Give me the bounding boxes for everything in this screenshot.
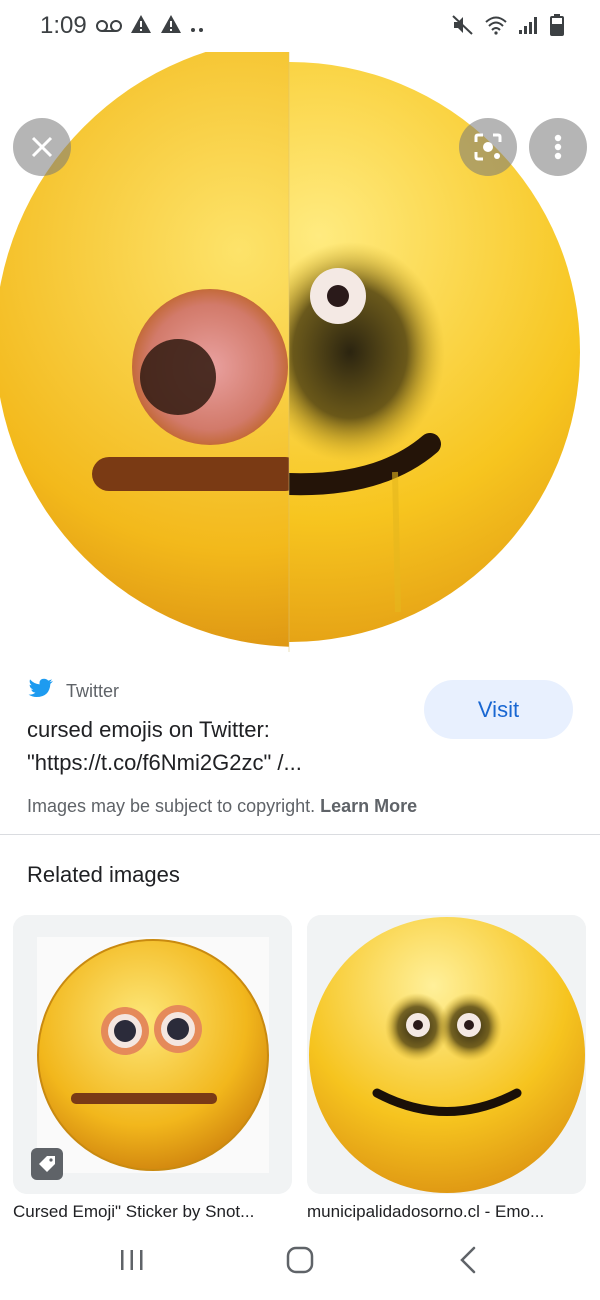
back-icon: [459, 1246, 477, 1279]
mute-icon: [452, 15, 474, 40]
recents-icon: [119, 1247, 145, 1278]
twitter-logo-icon: [28, 678, 54, 705]
home-icon: [286, 1246, 314, 1279]
signal-icon: [518, 15, 540, 40]
divider: [0, 834, 600, 835]
visit-button[interactable]: Visit: [424, 680, 573, 739]
main-image[interactable]: [0, 52, 600, 652]
back-button[interactable]: [438, 1242, 498, 1282]
more-dots-icon: [190, 16, 204, 39]
home-button[interactable]: [270, 1242, 330, 1282]
recents-button[interactable]: [102, 1242, 162, 1282]
page-title[interactable]: cursed emojis on Twitter: "https://t.co/…: [27, 713, 407, 779]
copyright-text: Images may be subject to copyright.: [27, 796, 316, 816]
system-nav-bar: [0, 1222, 600, 1300]
product-tag-icon: [31, 1148, 63, 1180]
status-bar: 1:09: [0, 0, 600, 52]
alert-icon: [130, 14, 152, 40]
voicemail-icon: [96, 16, 122, 39]
lens-icon: [473, 132, 503, 162]
alert-icon: [160, 14, 182, 40]
related-image-card[interactable]: [307, 915, 586, 1194]
learn-more-link[interactable]: Learn More: [320, 796, 417, 816]
status-right-icons: [452, 14, 564, 41]
wifi-icon: [484, 15, 508, 40]
related-image-card[interactable]: [13, 915, 292, 1194]
more-options-button[interactable]: [529, 118, 587, 176]
related-image-caption[interactable]: municipalidadosorno.cl - Emo...: [307, 1202, 586, 1222]
related-image-thumbnail: [307, 915, 586, 1194]
status-left-icons: [96, 14, 204, 40]
close-icon: [29, 134, 55, 160]
more-vert-icon: [554, 134, 562, 160]
related-image-caption[interactable]: Cursed Emoji" Sticker by Snot...: [13, 1202, 292, 1222]
battery-icon: [550, 14, 564, 41]
source-name: Twitter: [66, 681, 120, 701]
close-button[interactable]: [13, 118, 71, 176]
copyright-notice: Images may be subject to copyright. Lear…: [27, 796, 417, 817]
status-time: 1:09: [40, 12, 87, 39]
source-row[interactable]: Twitter: [28, 678, 119, 705]
related-images-heading: Related images: [27, 862, 180, 887]
lens-button[interactable]: [459, 118, 517, 176]
